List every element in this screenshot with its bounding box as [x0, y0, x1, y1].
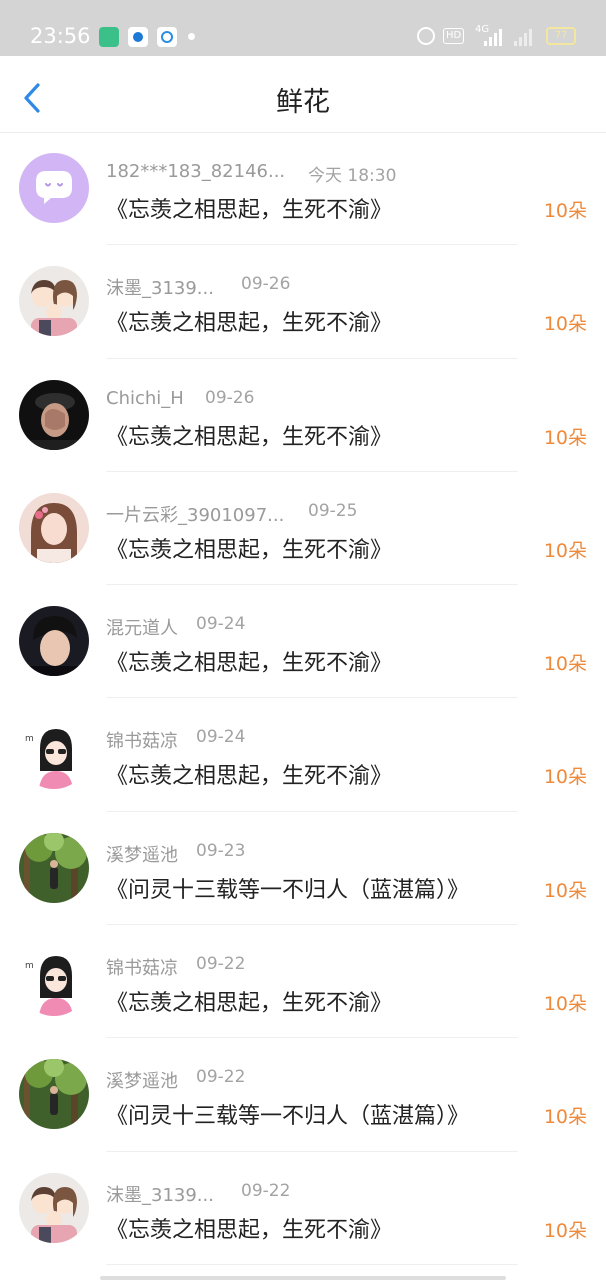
- app-notification-icon: [128, 27, 148, 47]
- gift-date: 09-25: [308, 500, 358, 521]
- alarm-icon: [417, 27, 435, 45]
- app-notification-icon: [157, 27, 177, 47]
- gift-date: 今天 18:30: [308, 166, 397, 186]
- gift-date: 09-24: [196, 727, 246, 748]
- book-title[interactable]: 《忘羡之相思起，生死不渝》: [106, 532, 392, 564]
- flower-count: 10朵: [543, 1219, 587, 1242]
- flower-count: 10朵: [543, 426, 587, 449]
- app-header: 鲜花: [0, 56, 606, 133]
- status-time: 23:56: [30, 24, 91, 48]
- user-name[interactable]: 沫墨_3139...: [106, 274, 214, 300]
- divider: [106, 1263, 518, 1265]
- avatar[interactable]: [19, 266, 89, 337]
- user-name[interactable]: 一片云彩_3901097...: [106, 501, 284, 527]
- user-name[interactable]: 182***183_82146...: [106, 161, 285, 182]
- flower-count: 10朵: [543, 879, 587, 902]
- book-title[interactable]: 《忘羡之相思起，生死不渝》: [106, 305, 392, 337]
- book-title[interactable]: 《问灵十三载等一不归人（蓝湛篇）》: [106, 872, 469, 904]
- flower-count: 10朵: [543, 653, 587, 676]
- list-item[interactable]: 沫墨_3139... 09-26 《忘羡之相思起，生死不渝》 10朵: [0, 245, 606, 359]
- signal-strength-icon-2: [514, 28, 540, 46]
- book-title[interactable]: 《忘羡之相思起，生死不渝》: [106, 645, 392, 677]
- avatar[interactable]: [19, 606, 89, 677]
- gift-date: 09-24: [196, 614, 246, 635]
- gift-date: 09-22: [196, 954, 246, 975]
- flower-count: 10朵: [543, 766, 587, 789]
- hd-icon: HD: [443, 28, 465, 44]
- flower-count: 10朵: [543, 1106, 587, 1129]
- battery-icon: 77: [546, 27, 576, 45]
- avatar[interactable]: [19, 1172, 89, 1243]
- avatar[interactable]: [19, 379, 89, 450]
- list-item[interactable]: 沫墨_3139... 09-22 《忘羡之相思起，生死不渝》 10朵: [0, 1152, 606, 1265]
- user-name[interactable]: 沫墨_3139...: [106, 1181, 214, 1207]
- list-item[interactable]: m 锦书菇凉 09-22 《忘羡之相思起，生死不渝》 10朵: [0, 925, 606, 1039]
- avatar[interactable]: m: [19, 946, 89, 1017]
- svg-text:m: m: [25, 734, 34, 744]
- list-item[interactable]: 混元道人 09-24 《忘羡之相思起，生死不渝》 10朵: [0, 585, 606, 699]
- book-title[interactable]: 《问灵十三载等一不归人（蓝湛篇）》: [106, 1098, 469, 1130]
- avatar[interactable]: [19, 153, 89, 223]
- page-title: 鲜花: [276, 87, 330, 118]
- gift-date: 09-26: [205, 387, 255, 408]
- home-indicator: [100, 1276, 506, 1280]
- list-item[interactable]: m 锦书菇凉 09-24 《忘羡之相思起，生死不渝》 10朵: [0, 698, 606, 812]
- book-title[interactable]: 《忘羡之相思起，生死不渝》: [106, 419, 392, 451]
- gift-date: 09-26: [241, 274, 291, 295]
- book-title[interactable]: 《忘羡之相思起，生死不渝》: [106, 192, 392, 224]
- user-name[interactable]: Chichi_H: [106, 388, 184, 409]
- book-title[interactable]: 《忘羡之相思起，生死不渝》: [106, 1212, 392, 1244]
- user-name[interactable]: 锦书菇凉: [106, 954, 178, 980]
- app-notification-icon: [99, 27, 119, 47]
- list-item[interactable]: 182***183_82146... 今天 18:30 《忘羡之相思起，生死不渝》 1…: [0, 132, 606, 246]
- flower-count: 10朵: [543, 200, 587, 222]
- avatar[interactable]: [19, 492, 89, 563]
- gift-date: 09-22: [241, 1180, 291, 1201]
- avatar[interactable]: [19, 1059, 89, 1130]
- book-title[interactable]: 《忘羡之相思起，生死不渝》: [106, 758, 392, 790]
- more-notifications-dot-icon: [188, 33, 195, 40]
- svg-text:m: m: [25, 961, 34, 971]
- avatar[interactable]: [19, 832, 89, 903]
- list-item[interactable]: 溪梦遥池 09-23 《问灵十三载等一不归人（蓝湛篇）》 10朵: [0, 812, 606, 926]
- user-name[interactable]: 锦书菇凉: [106, 727, 178, 753]
- list-item[interactable]: Chichi_H 09-26 《忘羡之相思起，生死不渝》 10朵: [0, 359, 606, 472]
- gift-date: 09-22: [196, 1067, 246, 1088]
- flower-count: 10朵: [543, 993, 587, 1016]
- flower-count: 10朵: [543, 539, 587, 562]
- gift-date: 09-23: [196, 840, 246, 861]
- flower-count: 10朵: [543, 313, 587, 336]
- list-item[interactable]: 一片云彩_3901097... 09-25 《忘羡之相思起，生死不渝》 10朵: [0, 472, 606, 586]
- user-name[interactable]: 溪梦遥池: [106, 1067, 178, 1093]
- user-name[interactable]: 溪梦遥池: [106, 841, 178, 867]
- signal-strength-icon: [484, 28, 510, 46]
- status-bar: 23:56 HD 4G 77: [0, 0, 606, 56]
- avatar[interactable]: m: [19, 719, 89, 790]
- flower-gift-list: 182***183_82146... 今天 18:30 《忘羡之相思起，生死不渝》 1…: [0, 132, 606, 1265]
- list-item[interactable]: 溪梦遥池 09-22 《问灵十三载等一不归人（蓝湛篇）》 10朵: [0, 1038, 606, 1152]
- book-title[interactable]: 《忘羡之相思起，生死不渝》: [106, 985, 392, 1017]
- user-name[interactable]: 混元道人: [106, 614, 178, 640]
